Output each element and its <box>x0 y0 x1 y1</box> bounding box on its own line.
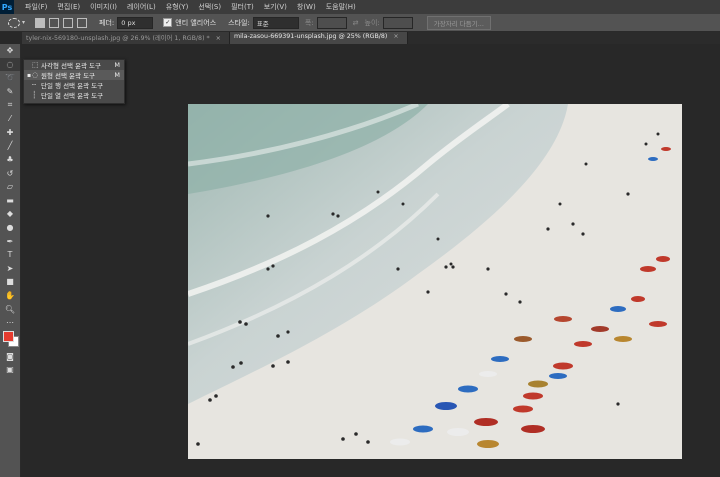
tab-label: mila-zasou-669391-unsplash.jpg @ 25% (RG… <box>233 33 388 40</box>
brush-tool-icon[interactable]: ╱ <box>0 139 20 153</box>
photoshop-logo: Ps <box>0 0 14 14</box>
tools-panel: ✥ ◌ ➰ ✎ ⌗ ⁄ ✚ ╱ ♣ ↺ ▱ ▬ ◆ ● ✒ T ➤ ■ ✋ 🔍︎… <box>0 44 21 477</box>
eyedropper-tool-icon[interactable]: ⁄ <box>0 112 20 126</box>
document-tabs: tyler-nix-569180-unsplash.jpg @ 26.9% (레… <box>22 32 720 44</box>
flyout-label: 단일 열 선택 윤곽 도구 <box>41 92 104 100</box>
flyout-item-single-row[interactable]: ┄ 단일 행 선택 윤곽 도구 <box>24 80 124 90</box>
color-swatches[interactable] <box>0 329 20 349</box>
menu-layer[interactable]: 레이어(L) <box>122 2 161 12</box>
style-label: 스타일: <box>228 18 250 27</box>
refine-edge-button[interactable]: 가장자리 다듬기... <box>426 15 491 30</box>
healing-brush-icon[interactable]: ✚ <box>0 126 20 140</box>
height-label: 높이: <box>364 18 380 27</box>
antialias-checkbox[interactable]: ✓ <box>163 18 173 27</box>
close-icon[interactable]: × <box>216 35 221 42</box>
tab-mila-zasou[interactable]: mila-zasou-669391-unsplash.jpg @ 25% (RG… <box>229 32 408 44</box>
shortcut-key: M <box>114 61 120 69</box>
close-icon[interactable]: × <box>393 33 398 40</box>
quick-select-tool-icon[interactable]: ✎ <box>0 85 20 99</box>
style-select[interactable]: 표준 <box>252 16 299 29</box>
ellipse-marquee-icon[interactable] <box>8 17 20 28</box>
crop-tool-icon[interactable]: ⌗ <box>0 98 20 112</box>
pen-tool-icon[interactable]: ✒ <box>0 234 20 248</box>
path-select-icon[interactable]: ➤ <box>0 262 20 276</box>
add-selection-icon[interactable] <box>49 17 60 28</box>
intersect-selection-icon[interactable] <box>77 17 88 28</box>
flyout-label: 사각형 선택 윤곽 도구 <box>41 62 102 70</box>
flyout-item-rect-marquee[interactable]: ⬚ 사각형 선택 윤곽 도구 M <box>24 60 124 70</box>
menu-file[interactable]: 파일(F) <box>20 2 52 12</box>
menu-select[interactable]: 선택(S) <box>193 2 226 12</box>
gradient-tool-icon[interactable]: ▬ <box>0 194 20 208</box>
hand-tool-icon[interactable]: ✋ <box>0 289 20 303</box>
foreground-color[interactable] <box>3 331 14 343</box>
single-column-marquee-icon: ┆ <box>32 91 37 99</box>
shape-tool-icon[interactable]: ■ <box>0 275 20 289</box>
subtract-selection-icon[interactable] <box>63 17 74 28</box>
width-input[interactable] <box>316 16 347 29</box>
menu-help[interactable]: 도움말(H) <box>321 2 361 12</box>
flyout-label: 단일 행 선택 윤곽 도구 <box>41 82 104 90</box>
quick-mask-icon[interactable]: ◙ <box>0 349 20 363</box>
ellipse-marquee-icon: ◌ <box>32 71 39 79</box>
blur-tool-icon[interactable]: ◆ <box>0 207 20 221</box>
flyout-item-single-column[interactable]: ┆ 단일 열 선택 윤곽 도구 <box>24 90 124 100</box>
history-brush-icon[interactable]: ↺ <box>0 166 20 180</box>
menu-edit[interactable]: 편집(E) <box>52 2 85 12</box>
options-bar: ▾ 페더: 0 px ✓ 앤티 앨리어스 스타일: 표준 폭: ⇄ 높이: 가장… <box>0 14 720 32</box>
menu-bar: Ps 파일(F) 편집(E) 이미지(I) 레이어(L) 유형(Y) 선택(S)… <box>0 0 720 14</box>
rect-marquee-icon: ⬚ <box>32 61 39 69</box>
single-row-marquee-icon: ┄ <box>32 81 37 89</box>
new-selection-icon[interactable] <box>35 17 46 28</box>
beach-photo <box>188 104 682 459</box>
type-tool-icon[interactable]: T <box>0 248 20 262</box>
dodge-tool-icon[interactable]: ● <box>0 221 20 235</box>
lasso-tool-icon[interactable]: ➰ <box>0 71 20 85</box>
flyout-label: 원형 선택 윤곽 도구 <box>41 72 96 80</box>
height-input[interactable] <box>382 16 413 29</box>
shortcut-key: M <box>114 71 120 79</box>
more-tools-icon[interactable]: ⋯ <box>0 316 20 330</box>
tab-tyler-nix[interactable]: tyler-nix-569180-unsplash.jpg @ 26.9% (레… <box>22 32 230 44</box>
swap-icon[interactable]: ⇄ <box>353 19 359 27</box>
width-label: 폭: <box>304 18 314 27</box>
flyout-item-ellipse-marquee[interactable]: ▪ ◌ 원형 선택 윤곽 도구 M <box>24 70 124 80</box>
marquee-tool-icon[interactable]: ◌ <box>0 57 20 72</box>
menu-filter[interactable]: 필터(T) <box>226 2 259 12</box>
menu-view[interactable]: 보기(V) <box>259 2 292 12</box>
feather-input[interactable]: 0 px <box>117 16 154 29</box>
feather-label: 페더: <box>99 18 115 27</box>
menu-type[interactable]: 유형(Y) <box>161 2 194 12</box>
antialias-label: 앤티 앨리어스 <box>175 18 217 27</box>
menu-window[interactable]: 창(W) <box>292 2 321 12</box>
menu-image[interactable]: 이미지(I) <box>85 2 122 12</box>
marquee-tool-flyout: ⬚ 사각형 선택 윤곽 도구 M ▪ ◌ 원형 선택 윤곽 도구 M ┄ 단일 … <box>23 59 125 104</box>
document-canvas-image[interactable] <box>188 104 682 459</box>
selection-mode-group <box>33 17 89 28</box>
eraser-tool-icon[interactable]: ▱ <box>0 180 20 194</box>
clone-stamp-icon[interactable]: ♣ <box>0 153 20 167</box>
screen-mode-icon[interactable]: ▣ <box>0 363 20 377</box>
zoom-tool-icon[interactable]: 🔍︎ <box>0 302 20 316</box>
chevron-down-icon[interactable]: ▾ <box>22 19 25 26</box>
move-tool-icon[interactable]: ✥ <box>0 44 20 58</box>
tab-label: tyler-nix-569180-unsplash.jpg @ 26.9% (레… <box>26 35 210 42</box>
